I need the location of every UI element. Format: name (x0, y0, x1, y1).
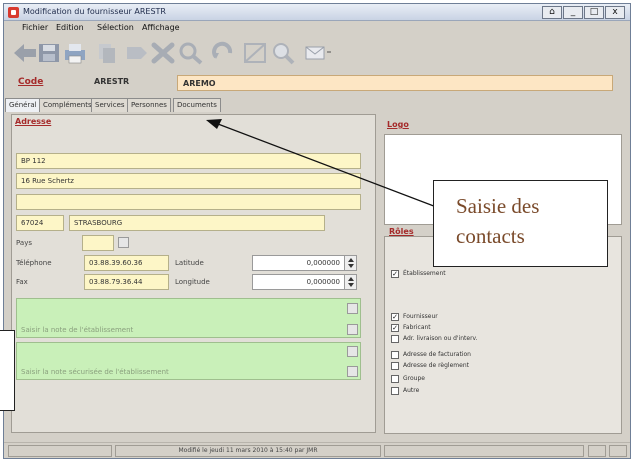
annotation-text: Saisie des contacts (456, 194, 540, 248)
annotation-callout: Saisie des contacts (433, 180, 608, 267)
